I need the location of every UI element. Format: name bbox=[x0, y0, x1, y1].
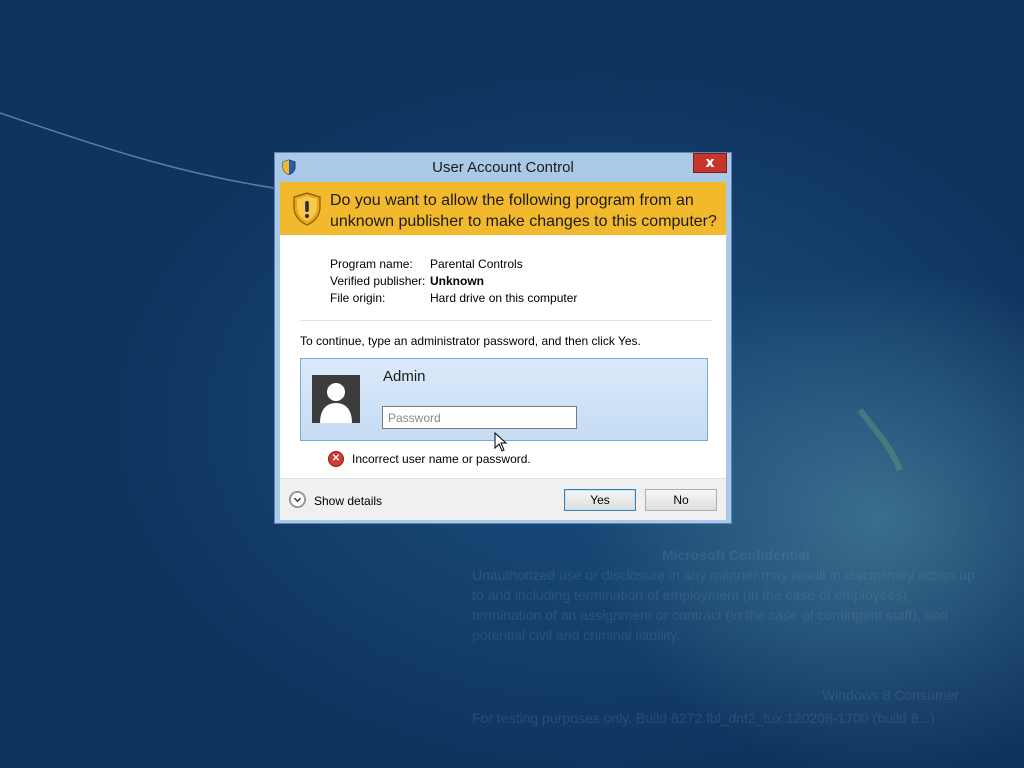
watermark-edition: Windows 8 Consumer bbox=[822, 687, 959, 703]
error-x-icon: ✕ bbox=[328, 451, 344, 467]
watermark-line: to and including termination of employme… bbox=[472, 587, 911, 603]
username: Admin bbox=[383, 368, 426, 385]
dialog-footer: Show details Yes No bbox=[280, 478, 726, 520]
info-value: Hard drive on this computer bbox=[430, 291, 578, 305]
title-bar[interactable]: User Account Control x bbox=[275, 153, 731, 182]
watermark-body: Unauthorized use or disclosure in any ma… bbox=[472, 565, 1024, 645]
info-value: Parental Controls bbox=[430, 257, 523, 271]
chevron-down-icon bbox=[289, 491, 306, 508]
error-text: Incorrect user name or password. bbox=[352, 452, 531, 466]
show-details-label: Show details bbox=[314, 494, 383, 508]
user-silhouette-icon bbox=[320, 383, 352, 423]
info-label: Program name: bbox=[330, 257, 413, 271]
banner-question: Do you want to allow the following progr… bbox=[330, 192, 717, 230]
watermark-line: Unauthorized use or disclosure in any ma… bbox=[472, 567, 975, 583]
close-button[interactable]: x bbox=[693, 153, 727, 173]
divider bbox=[300, 320, 712, 321]
mouse-pointer-icon bbox=[494, 432, 508, 452]
warning-banner: Do you want to allow the following progr… bbox=[280, 182, 726, 235]
info-label: File origin: bbox=[330, 291, 386, 305]
info-label: Verified publisher: bbox=[330, 274, 426, 288]
credential-tile: Admin bbox=[300, 358, 708, 441]
dialog-client: Do you want to allow the following progr… bbox=[280, 182, 726, 520]
watermark-line: termination of an assignment or contract… bbox=[472, 607, 949, 623]
close-icon: x bbox=[705, 155, 715, 171]
dialog-title: User Account Control bbox=[432, 159, 574, 176]
warning-shield-icon bbox=[293, 192, 321, 226]
watermark-title: Microsoft Confidential bbox=[662, 547, 810, 563]
uac-dialog: User Account Control x Do you want to al… bbox=[274, 152, 732, 524]
info-value: Unknown bbox=[430, 274, 484, 288]
watermark-line: potential civil and criminal liability. bbox=[472, 627, 681, 643]
password-input[interactable] bbox=[382, 406, 577, 429]
watermark-build: For testing purposes only. Build 8272.fb… bbox=[472, 710, 935, 726]
yes-button[interactable]: Yes bbox=[564, 489, 636, 511]
user-avatar-icon bbox=[312, 375, 360, 423]
no-button[interactable]: No bbox=[645, 489, 717, 511]
instruction-text: To continue, type an administrator passw… bbox=[300, 334, 641, 348]
